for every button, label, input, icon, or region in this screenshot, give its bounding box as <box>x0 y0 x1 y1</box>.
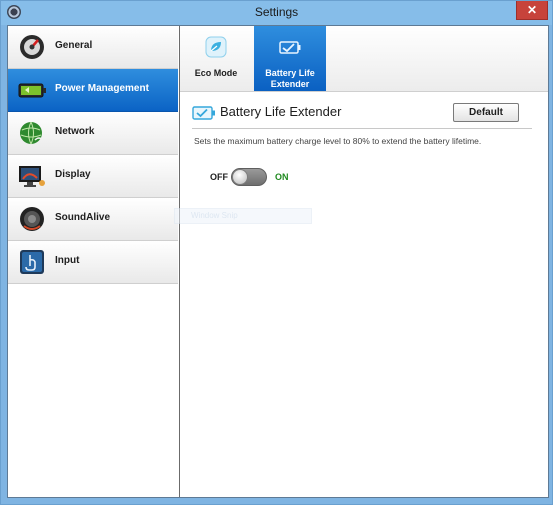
toggle-off-label: OFF <box>210 172 228 182</box>
window-snip-ghost: Window Snip <box>174 208 312 224</box>
general-gauge-icon <box>20 35 44 59</box>
close-button[interactable]: ✕ <box>516 1 548 20</box>
sidebar-item-label: Display <box>55 169 91 180</box>
battery-check-icon <box>279 41 301 54</box>
section-divider <box>192 128 532 129</box>
sidebar-item-general[interactable]: General <box>8 26 178 69</box>
sidebar-item-input[interactable]: Input <box>8 241 178 284</box>
toggle-on-label: ON <box>275 172 289 182</box>
sidebar-item-power-management[interactable]: Power Management <box>8 69 178 112</box>
monitor-icon <box>19 166 45 187</box>
battery-check-icon <box>192 106 215 120</box>
sidebar-item-label: Power Management <box>55 83 149 94</box>
sidebar-item-label: Network <box>55 126 95 137</box>
default-button[interactable]: Default <box>453 103 519 122</box>
tab-eco-mode[interactable]: Eco Mode <box>180 26 252 91</box>
settings-content: General Power Management Network Display… <box>7 25 549 498</box>
tab-strip: Eco Mode Battery Life Extender <box>180 26 548 92</box>
sidebar-item-label: Input <box>55 255 80 266</box>
touch-hand-icon <box>20 250 44 274</box>
window-title: Settings <box>254 5 299 19</box>
eco-leaf-icon <box>205 36 227 58</box>
sidebar-item-soundalive[interactable]: SoundAlive <box>8 198 178 241</box>
title-bar[interactable]: Settings ✕ <box>1 1 552 25</box>
sidebar-item-display[interactable]: Display <box>8 155 178 198</box>
sidebar-item-label: SoundAlive <box>55 212 111 223</box>
battery-extender-toggle[interactable] <box>231 168 267 186</box>
close-icon: ✕ <box>526 3 538 17</box>
tab-battery-life-extender[interactable]: Battery Life Extender <box>254 26 326 91</box>
settings-window: Settings ✕ General Power Management Netw… <box>0 0 553 505</box>
toggle-knob[interactable] <box>232 169 248 185</box>
speaker-icon <box>20 207 44 231</box>
sidebar: General Power Management Network Display… <box>8 26 180 497</box>
sidebar-item-network[interactable]: Network <box>8 112 178 155</box>
section-description: Sets the maximum battery charge level to… <box>194 136 482 146</box>
globe-wifi-icon <box>20 121 44 145</box>
section-title: Battery Life Extender <box>220 104 342 119</box>
sidebar-item-label: General <box>55 40 93 51</box>
main-panel: Eco Mode Battery Life Extender Battery L… <box>174 26 548 497</box>
tab-label: Battery Life Extender <box>265 68 315 89</box>
battery-icon <box>18 83 46 98</box>
tab-label: Eco Mode <box>194 68 238 78</box>
